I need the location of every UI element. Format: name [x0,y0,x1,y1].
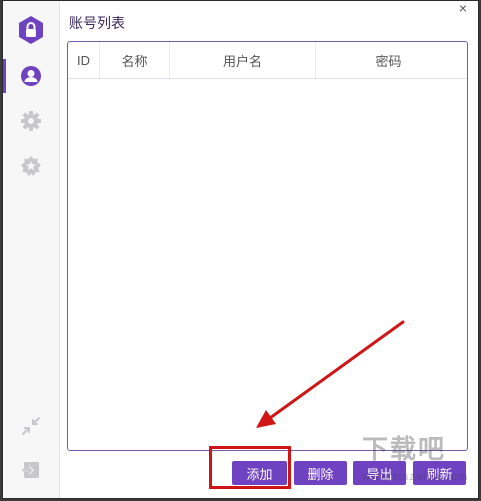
user-icon [21,66,41,86]
sidebar-item-settings[interactable] [20,110,42,132]
table-header: ID 名称 用户名 密码 [68,42,467,79]
active-indicator [3,59,6,93]
delete-button[interactable]: 删除 [294,461,347,485]
column-header-name[interactable]: 名称 [100,42,170,78]
account-table: ID 名称 用户名 密码 [67,41,468,451]
column-header-id[interactable]: ID [68,42,100,78]
collapse-arrows-icon [22,417,40,435]
sidebar-collapse[interactable] [20,415,42,437]
column-header-username[interactable]: 用户名 [170,42,316,78]
export-button[interactable]: 导出 [353,461,406,485]
sidebar-item-account[interactable] [20,65,42,87]
app-logo-icon [19,16,43,44]
star-badge-icon [21,156,41,176]
add-button[interactable]: 添加 [232,461,287,485]
table-body [68,79,467,449]
exit-icon [21,462,39,478]
gear-icon [21,111,41,131]
app-window: 账号列表 × ID 名称 用户名 密码 添加 删除 导出 刷新 [2,0,479,499]
page-title: 账号列表 [69,15,125,31]
sidebar-logout[interactable] [20,459,42,481]
sidebar-item-favorite[interactable] [20,155,42,177]
sidebar [3,1,60,498]
refresh-button[interactable]: 刷新 [413,461,466,485]
close-icon[interactable]: × [452,1,474,15]
column-header-password[interactable]: 密码 [316,42,461,78]
